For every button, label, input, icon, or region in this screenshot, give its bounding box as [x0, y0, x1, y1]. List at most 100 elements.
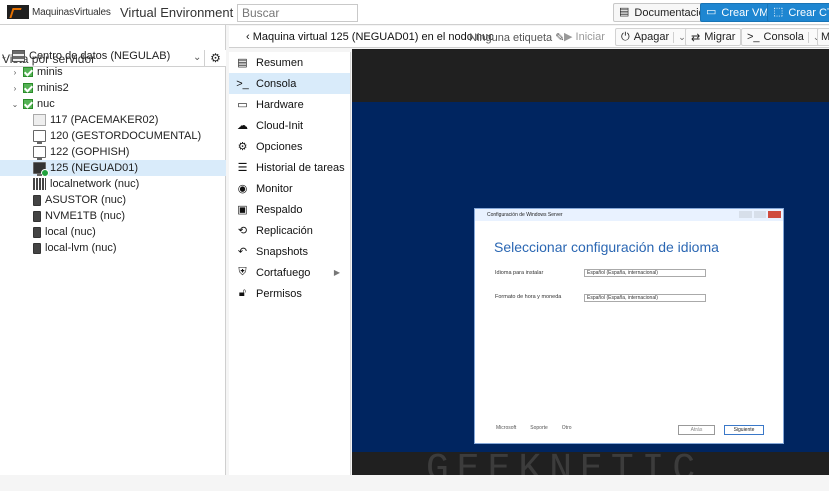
more-button[interactable]: M	[817, 28, 829, 46]
microsoft-logo: Microsoft	[496, 425, 517, 431]
menu-item-cloud-init[interactable]: ☁ Cloud-Init	[229, 115, 350, 136]
menu-item-firewall[interactable]: ⛨ Cortafuego ▶	[229, 262, 350, 283]
create-vm-button[interactable]: ▭ Crear VM	[700, 3, 775, 22]
play-icon: ▶	[564, 31, 573, 43]
window-controls	[739, 211, 782, 218]
console-button[interactable]: >_ Consola ⌄	[741, 28, 827, 46]
book-icon: ▤	[237, 57, 248, 69]
menu-item-label: Permisos	[256, 287, 302, 300]
collapse-left-icon[interactable]: ‹	[246, 31, 253, 43]
tree-item-storage-asustor[interactable]: ASUSTOR (nuc)	[33, 192, 259, 208]
menu-item-backup[interactable]: ▣ Respaldo	[229, 199, 350, 220]
network-icon	[33, 178, 46, 190]
cloud-icon: ☁	[237, 120, 248, 132]
chevron-right-icon: ▶	[333, 268, 340, 277]
format-label: Formato de hora y moneda	[495, 294, 562, 300]
vm-icon	[33, 146, 46, 160]
create-vm-label: Crear VM	[721, 6, 769, 19]
vm-console-screen[interactable]: Configuración de Windows Server Seleccio…	[352, 102, 829, 491]
console-viewport[interactable]: › Configuración de Windows Server Selecc…	[352, 49, 829, 491]
tree-item-node-nuc[interactable]: ⌄ nuc	[11, 96, 237, 112]
console-label: Consola	[763, 31, 804, 43]
windows-setup-dialog[interactable]: Configuración de Windows Server Seleccio…	[474, 208, 784, 444]
vm-title: ‹ Maquina virtual 125 (NEGUAD01) en el n…	[246, 31, 494, 43]
tree-item-vm-125[interactable]: 125 (NEGUAD01)	[0, 160, 226, 177]
collapse-icon[interactable]: ⌄	[11, 100, 19, 109]
language-label: Idioma para instalar	[495, 270, 544, 276]
vm-title-text: Maquina virtual 125 (NEGUAD01) en el nod…	[252, 31, 494, 43]
migrate-button[interactable]: ⇄ Migrar	[685, 28, 742, 46]
desktop-icon: ▭	[706, 6, 717, 18]
shutdown-label: Apagar	[633, 31, 670, 43]
tree-item-node-minis[interactable]: › minis	[11, 64, 237, 80]
close-icon[interactable]	[768, 211, 782, 218]
tree-item-node-minis2[interactable]: › minis2	[11, 80, 237, 96]
tree-item-vm-122[interactable]: 122 (GOPHISH)	[33, 144, 259, 160]
retweet-icon: ⟲	[237, 225, 248, 237]
tree-item-datacenter[interactable]: ⌄ Centro de datos (NEGULAB)	[0, 48, 226, 64]
menu-item-permissions[interactable]: 🔓︎ Permisos	[229, 283, 350, 304]
menu-item-options[interactable]: ⚙ Opciones	[229, 136, 350, 157]
menu-item-replication[interactable]: ⟲ Replicación	[229, 220, 350, 241]
top-header: MaquinasVirtuales Virtual Environment 8.…	[0, 0, 829, 25]
tree-item-vm-117[interactable]: 117 (PACEMAKER02)	[33, 112, 259, 128]
storage-icon	[33, 242, 41, 254]
language-select[interactable]: Español (España, internacional)	[584, 269, 706, 277]
history-icon: ↶	[237, 246, 248, 258]
expand-icon[interactable]: ›	[11, 84, 19, 93]
vm-icon	[33, 130, 46, 144]
menu-item-snapshots[interactable]: ↶ Snapshots	[229, 241, 350, 262]
storage-icon	[33, 226, 41, 238]
minimize-icon[interactable]	[739, 211, 752, 218]
storage-icon	[33, 194, 41, 206]
tree-item-vm-120[interactable]: 120 (GESTORDOCUMENTAL)	[33, 128, 259, 144]
menu-item-label: Historial de tareas	[256, 161, 345, 174]
tree-item-storage-local[interactable]: local (nuc)	[33, 224, 259, 240]
dialog-title: Configuración de Windows Server	[487, 212, 563, 218]
vm-toolbar: ‹ Maquina virtual 125 (NEGUAD01) en el n…	[229, 26, 829, 48]
tree-item-localnetwork[interactable]: localnetwork (nuc)	[33, 176, 259, 192]
proxmox-logo-icon	[7, 5, 29, 19]
monitor-icon: ▭	[237, 99, 248, 111]
more-icon: M	[821, 31, 829, 43]
menu-item-hardware[interactable]: ▭ Hardware	[229, 94, 350, 115]
format-select[interactable]: Español (España, internacional)	[584, 294, 706, 302]
collapse-icon[interactable]: ⌄	[0, 52, 8, 61]
menu-item-task-history[interactable]: ☰ Historial de tareas	[229, 157, 350, 178]
chevron-down-icon[interactable]: ⌄	[673, 31, 686, 43]
datacenter-icon	[12, 50, 25, 62]
start-button[interactable]: ▶ Iniciar	[564, 30, 605, 43]
shutdown-button[interactable]: ⏻ Apagar ⌄	[615, 28, 692, 46]
tree-item-label: ASUSTOR (nuc)	[45, 194, 127, 206]
migrate-label: Migrar	[704, 31, 736, 43]
legal-link[interactable]: Otro	[562, 425, 572, 431]
menu-item-label: Resumen	[256, 56, 304, 69]
book-icon: ▤	[619, 6, 630, 18]
tree-item-label: nuc	[37, 98, 55, 110]
next-button[interactable]: Siguiente	[724, 425, 764, 435]
tree-item-label: 117 (PACEMAKER02)	[50, 114, 159, 126]
tag-button[interactable]: Ninguna etiqueta ✎	[469, 31, 564, 44]
menu-item-monitor[interactable]: ◉ Monitor	[229, 178, 350, 199]
terminal-icon: >_	[747, 31, 760, 43]
tree-item-storage-local-lvm[interactable]: local-lvm (nuc)	[33, 240, 259, 256]
back-button[interactable]: Atrás	[678, 425, 715, 435]
support-link[interactable]: Soporte	[530, 425, 548, 431]
app-logo[interactable]: MaquinasVirtuales	[7, 4, 113, 20]
maximize-icon[interactable]	[753, 211, 767, 218]
create-ct-button[interactable]: ⬚ Crear CT	[767, 3, 829, 22]
tree-item-label: local (nuc)	[45, 226, 96, 238]
expand-icon[interactable]: ›	[11, 68, 19, 77]
tree-item-label: localnetwork (nuc)	[50, 178, 140, 190]
menu-item-console[interactable]: >_ Consola	[229, 73, 350, 94]
tree-item-storage-nvme[interactable]: NVME1TB (nuc)	[33, 208, 259, 224]
start-label: Iniciar	[575, 31, 605, 43]
menu-item-label: Hardware	[256, 98, 304, 111]
tree-item-label: minis	[37, 66, 63, 78]
search-input[interactable]: Buscar	[237, 4, 358, 22]
unlock-icon: 🔓︎	[238, 287, 247, 299]
menu-item-summary[interactable]: ▤ Resumen	[229, 52, 350, 73]
floppy-icon: ▣	[237, 204, 248, 216]
tree-item-label: minis2	[37, 82, 69, 94]
gear-icon: ⚙	[237, 141, 248, 153]
